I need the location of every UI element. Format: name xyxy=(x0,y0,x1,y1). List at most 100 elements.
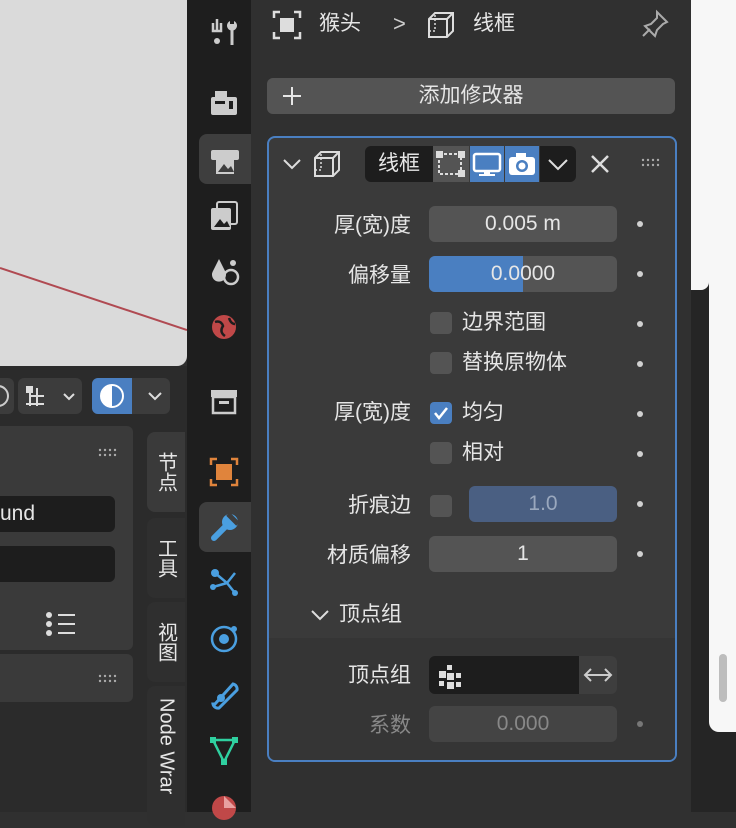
vertex-group-subpanel: 顶点组 系数 0.000 xyxy=(269,638,675,760)
scrollbar-thumb[interactable] xyxy=(719,654,727,702)
chevron-down-icon[interactable] xyxy=(281,152,303,174)
world-icon[interactable] xyxy=(199,302,249,352)
replace-original-checkbox[interactable] xyxy=(430,352,452,374)
viewport-toggle[interactable] xyxy=(470,146,504,182)
breadcrumb-object: 猴头 xyxy=(319,12,361,35)
crease-edges-label: 折痕边 xyxy=(348,494,411,517)
tab-node[interactable]: 节点 xyxy=(147,432,185,512)
arrow-left-right-icon xyxy=(583,668,613,682)
output-icon[interactable] xyxy=(199,134,251,184)
modifier-panel: 线框 厚(宽)度 0.005 m 偏移量 0.0000 边界范围 替换原物体 厚… xyxy=(267,136,677,762)
vertex-group-subpanel-title[interactable]: 顶点组 xyxy=(339,600,402,630)
particles-icon[interactable] xyxy=(199,557,249,607)
keyframe-dot[interactable] xyxy=(637,321,643,327)
edit-mode-toggle[interactable] xyxy=(433,146,469,182)
replace-original-label: 替换原物体 xyxy=(462,351,567,374)
modifier-options-dropdown[interactable] xyxy=(540,146,576,182)
thickness-label: 厚(宽)度 xyxy=(334,214,411,237)
window-edge xyxy=(691,0,709,290)
edit-mode-icon xyxy=(436,151,465,177)
snap-icon xyxy=(26,386,75,406)
right-edge-area xyxy=(691,0,736,812)
render-toggle[interactable] xyxy=(505,146,539,182)
properties-tab-bar xyxy=(187,0,251,820)
keyframe-dot[interactable] xyxy=(637,551,643,557)
add-modifier-button[interactable]: 添加修改器 xyxy=(267,78,675,114)
overlays-dropdown[interactable] xyxy=(92,378,170,414)
node-editor-area: und 节点 工具 视图 Node Wrar xyxy=(0,366,187,826)
keyframe-dot[interactable] xyxy=(637,271,643,277)
drag-handle-icon[interactable] xyxy=(98,674,120,684)
wireframe-modifier-icon xyxy=(314,151,340,177)
thickness-mode-label: 厚(宽)度 xyxy=(334,401,411,424)
boundary-label: 边界范围 xyxy=(462,311,546,334)
overlay-icon xyxy=(92,378,132,414)
modifier-icon[interactable] xyxy=(199,502,251,552)
sidebar-panel: und xyxy=(0,426,133,650)
camera-icon xyxy=(509,153,535,175)
wireframe-icon xyxy=(428,12,454,38)
add-modifier-label: 添加修改器 xyxy=(418,84,524,107)
tab-node-wrangler[interactable]: Node Wrar xyxy=(147,686,185,826)
sidebar-panel-collapsed[interactable] xyxy=(0,654,133,702)
thickness-field[interactable]: 0.005 m xyxy=(429,206,617,242)
monitor-icon xyxy=(472,152,502,176)
invert-vertex-group-button[interactable] xyxy=(579,656,617,694)
keyframe-dot[interactable] xyxy=(637,501,643,507)
modifier-name-field[interactable]: 线框 xyxy=(365,146,433,182)
offset-label: 偏移量 xyxy=(348,264,411,287)
window-edge xyxy=(709,0,736,732)
factor-field[interactable]: 0.000 xyxy=(429,706,617,742)
x-axis-line xyxy=(0,267,187,331)
crease-edges-checkbox[interactable] xyxy=(430,495,452,517)
object-icon[interactable] xyxy=(199,447,249,497)
vertex-group-label: 顶点组 xyxy=(348,664,411,687)
even-thickness-checkbox[interactable] xyxy=(430,402,452,424)
view-layer-icon[interactable] xyxy=(199,190,249,240)
close-icon[interactable] xyxy=(587,151,613,177)
offset-value: 0.0000 xyxy=(490,262,556,285)
constraints-icon[interactable] xyxy=(199,668,249,718)
keyframe-dot[interactable] xyxy=(637,361,643,367)
chevron-down-icon xyxy=(148,392,162,401)
vertex-group-icon xyxy=(439,665,461,689)
tool-icon[interactable] xyxy=(199,7,249,57)
relative-label: 相对 xyxy=(462,441,504,464)
physics-icon[interactable] xyxy=(199,612,249,662)
data-icon[interactable] xyxy=(199,724,249,774)
check-icon xyxy=(434,407,448,421)
material-icon[interactable] xyxy=(199,778,249,828)
scene-icon[interactable] xyxy=(199,245,249,295)
tab-tool[interactable]: 工具 xyxy=(147,518,185,598)
crease-weight-field[interactable]: 1.0 xyxy=(469,486,617,522)
boundary-checkbox[interactable] xyxy=(430,312,452,334)
keyframe-dot[interactable] xyxy=(637,221,643,227)
overlay-button[interactable] xyxy=(0,378,14,414)
text-field[interactable] xyxy=(0,546,115,582)
pin-icon[interactable] xyxy=(639,8,671,40)
drag-handle-icon[interactable] xyxy=(98,448,120,458)
relative-checkbox[interactable] xyxy=(430,442,452,464)
list-icon[interactable] xyxy=(44,610,78,640)
keyframe-dot[interactable] xyxy=(637,411,643,417)
factor-label: 系数 xyxy=(369,714,411,737)
offset-slider[interactable]: 0.0000 xyxy=(429,256,617,292)
tab-view[interactable]: 视图 xyxy=(147,602,185,682)
breadcrumb-modifier: 线框 xyxy=(473,12,515,35)
3d-viewport[interactable] xyxy=(0,0,187,366)
name-field[interactable]: und xyxy=(0,496,115,532)
even-label: 均匀 xyxy=(462,401,504,424)
chevron-down-icon[interactable] xyxy=(309,603,331,625)
keyframe-dot[interactable] xyxy=(637,451,643,457)
breadcrumb-separator: > xyxy=(393,11,406,36)
material-offset-field[interactable]: 1 xyxy=(429,536,617,572)
drag-handle-icon[interactable] xyxy=(641,158,665,168)
snap-dropdown[interactable] xyxy=(18,378,82,414)
material-offset-label: 材质偏移 xyxy=(327,544,411,567)
properties-editor: 猴头 > 线框 添加修改器 线框 厚(宽)度 0.005 m 偏移量 0.000… xyxy=(251,0,691,812)
render-icon[interactable] xyxy=(199,77,249,127)
vertex-group-field[interactable] xyxy=(429,656,579,694)
collection-icon[interactable] xyxy=(199,376,249,426)
keyframe-dot[interactable] xyxy=(637,721,643,727)
chevron-down-icon xyxy=(548,159,568,171)
